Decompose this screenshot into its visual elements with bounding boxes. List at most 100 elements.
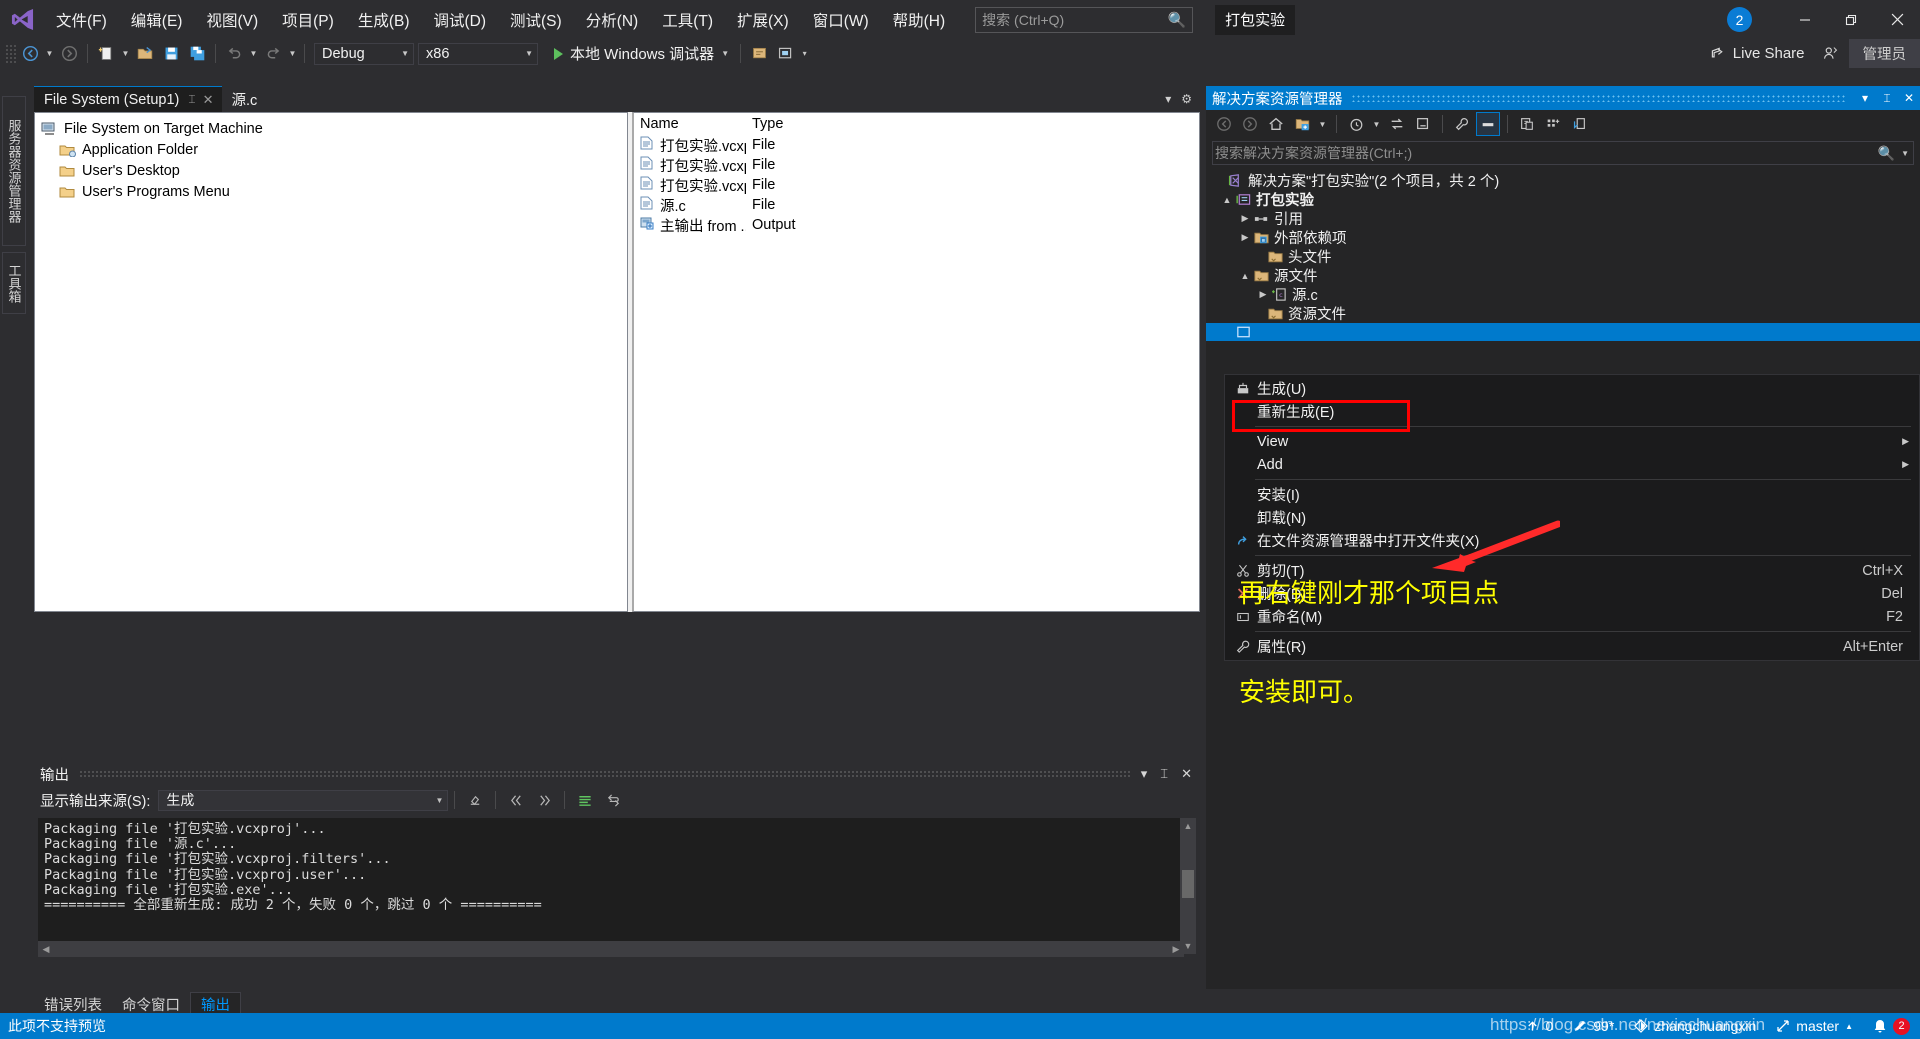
forward-arrow-icon[interactable] [1238, 112, 1262, 136]
context-menu-item-view[interactable]: View ▶ [1225, 430, 1919, 453]
home-icon[interactable] [1264, 112, 1288, 136]
sync-views-icon[interactable] [1567, 112, 1591, 136]
start-debug-button[interactable]: 本地 Windows 调试器 ▼ [548, 42, 735, 66]
chevron-down-icon[interactable]: ▾ [1165, 92, 1171, 106]
menu-item-edit[interactable]: 编辑(E) [119, 0, 195, 39]
show-all-files-icon[interactable] [1476, 112, 1500, 136]
column-header-type[interactable]: Type [746, 116, 783, 132]
menu-item-window[interactable]: 窗口(W) [801, 0, 881, 39]
minimize-button[interactable] [1782, 3, 1828, 37]
close-icon[interactable]: ✕ [203, 92, 214, 108]
toolbar-grip[interactable] [5, 43, 17, 64]
chevron-down-icon[interactable]: ▼ [1370, 112, 1383, 136]
expander-icon[interactable]: ▶ [1238, 232, 1252, 243]
account-label[interactable]: 管理员 [1848, 39, 1920, 68]
menu-item-build[interactable]: 生成(B) [346, 0, 422, 39]
file-list-row[interactable]: 打包实验.vcxp... File [634, 175, 1199, 195]
chevron-down-icon[interactable]: ▾ [1854, 91, 1876, 105]
tree-node-users-desktop[interactable]: User's Desktop [41, 161, 627, 181]
new-item-dropdown-icon[interactable]: ▼ [119, 42, 132, 66]
solution-tree[interactable]: 解决方案"打包实验"(2 个项目，共 2 个) ▲ 打包实验 ▶ 引用 ▶ 外部… [1206, 165, 1920, 341]
output-vertical-scrollbar[interactable]: ▲ ▼ [1180, 818, 1196, 954]
person-add-icon[interactable] [1813, 37, 1849, 71]
pin-icon[interactable]: ⌶ [188, 92, 195, 107]
clear-all-icon[interactable] [461, 788, 489, 812]
menu-item-help[interactable]: 帮助(H) [881, 0, 958, 39]
select-frame-icon[interactable] [772, 42, 798, 66]
scroll-right-icon[interactable]: ▶ [1168, 941, 1184, 957]
close-icon[interactable]: ✕ [1898, 91, 1920, 105]
menu-item-tools[interactable]: 工具(T) [650, 0, 725, 39]
preview-selected-icon[interactable] [1515, 112, 1539, 136]
pin-icon[interactable]: ⌶ [1160, 766, 1168, 782]
solution-configuration-combo[interactable]: Debug ▼ [314, 42, 414, 65]
file-list-row[interactable]: 源.c File [634, 195, 1199, 215]
tree-node-target-machine[interactable]: File System on Target Machine [41, 119, 627, 139]
tree-node-users-programs-menu[interactable]: User's Programs Menu [41, 182, 627, 202]
save-all-icon[interactable] [184, 42, 210, 66]
redo-dropdown-icon[interactable]: ▼ [286, 42, 299, 66]
undo-icon[interactable] [221, 42, 247, 66]
solution-platform-combo[interactable]: x86 ▼ [418, 42, 538, 65]
menu-item-view[interactable]: 视图(V) [194, 0, 270, 39]
status-branch[interactable]: master ▲ [1766, 1013, 1863, 1039]
output-source-combo[interactable]: 生成 ▼ [158, 789, 449, 811]
gear-icon[interactable]: ⚙ [1181, 92, 1192, 106]
tree-node-source-files[interactable]: ▲ 源文件 [1206, 266, 1920, 285]
collapse-all-icon[interactable] [1411, 112, 1435, 136]
file-system-target-tree[interactable]: File System on Target Machine Applicatio… [34, 112, 628, 612]
menu-item-debug[interactable]: 调试(D) [421, 0, 498, 39]
chevron-down-icon[interactable]: ▼ [1316, 112, 1329, 136]
save-icon[interactable] [158, 42, 184, 66]
output-horizontal-scrollbar[interactable]: ◀ ▶ [38, 941, 1184, 957]
output-text-area[interactable]: Packaging file '打包实验.vcxproj'... Packagi… [38, 818, 1184, 954]
toolbar-overflow-icon[interactable]: ▾ [798, 42, 811, 66]
tree-node-setup-project-selected[interactable] [1206, 323, 1920, 341]
jump-prev-icon[interactable] [502, 788, 530, 812]
undo-dropdown-icon[interactable]: ▼ [247, 42, 260, 66]
context-menu-item-build[interactable]: 生成(U) [1225, 377, 1919, 400]
chevron-down-icon[interactable]: ▼ [721, 49, 729, 58]
toggle-autoscroll-icon[interactable] [599, 788, 627, 812]
back-arrow-icon[interactable] [1212, 112, 1236, 136]
panel-drag-handle[interactable] [1350, 94, 1846, 102]
expander-icon[interactable]: ▲ [1238, 271, 1252, 281]
sidebar-tab-toolbox[interactable]: 工具箱 [2, 252, 26, 314]
quick-search-box[interactable]: 搜索 (Ctrl+Q) 🔍 [975, 6, 1194, 33]
navigate-forward-icon[interactable] [56, 42, 82, 66]
context-menu-item-rebuild[interactable]: 重新生成(E) [1225, 400, 1919, 423]
restore-button[interactable] [1828, 3, 1874, 37]
menu-item-extensions[interactable]: 扩展(X) [725, 0, 801, 39]
new-item-icon[interactable] [93, 42, 119, 66]
chevron-down-icon[interactable]: ▾ [1141, 766, 1148, 782]
tree-node-application-folder[interactable]: Application Folder [41, 140, 627, 160]
status-repository[interactable]: zhangchuangxin [1624, 1013, 1766, 1039]
file-system-contents-list[interactable]: Name Type 打包实验.vcxp... File 打包实验.vcxp...… [632, 112, 1200, 612]
file-list-row[interactable]: 主输出 from ... Output [634, 215, 1199, 235]
chevron-down-icon[interactable]: ▼ [1901, 149, 1909, 158]
tab-file-system-setup1[interactable]: File System (Setup1) ⌶ ✕ [34, 86, 222, 112]
menu-item-file[interactable]: 文件(F) [44, 0, 119, 39]
output-pane-drag-handle[interactable] [79, 770, 1131, 778]
notification-badge[interactable]: 2 [1727, 7, 1752, 32]
scroll-thumb[interactable] [1182, 870, 1194, 898]
tree-node-solution[interactable]: 解决方案"打包实验"(2 个项目，共 2 个) [1206, 171, 1920, 190]
file-list-row[interactable]: 打包实验.vcxp... File [634, 155, 1199, 175]
expander-icon[interactable]: ▶ [1256, 289, 1270, 300]
expander-icon[interactable]: ▲ [1220, 195, 1234, 205]
live-share-button[interactable]: Live Share [1701, 41, 1813, 67]
column-header-name[interactable]: Name [634, 116, 746, 132]
search-icon[interactable]: 🔍 [1878, 145, 1895, 162]
menu-item-analyze[interactable]: 分析(N) [574, 0, 651, 39]
properties-icon[interactable] [1450, 112, 1474, 136]
new-folder-icon[interactable] [1290, 112, 1314, 136]
tree-node-external-dependencies[interactable]: ▶ 外部依赖项 [1206, 228, 1920, 247]
context-menu-item-add[interactable]: Add ▶ [1225, 453, 1919, 476]
tree-node-project[interactable]: ▲ 打包实验 [1206, 190, 1920, 209]
tree-node-source-c[interactable]: ▶ c 源.c [1206, 285, 1920, 304]
status-pending-changes[interactable]: 99* [1563, 1013, 1624, 1039]
scroll-up-icon[interactable]: ▲ [1180, 818, 1196, 834]
tree-node-resource-files[interactable]: 资源文件 [1206, 304, 1920, 323]
pin-icon[interactable]: ⌶ [1876, 91, 1898, 106]
tab-source-c[interactable]: 源.c [222, 86, 266, 112]
